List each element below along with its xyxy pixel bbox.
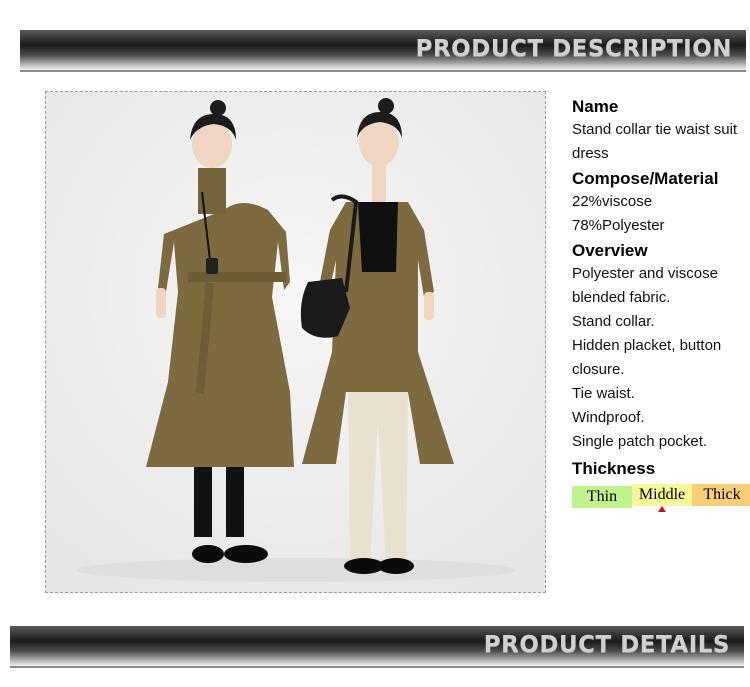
product-photo <box>45 91 546 593</box>
product-page: PRODUCT DESCRIPTION Name Stand collar ti… <box>0 0 750 687</box>
overview-line: Tie waist. <box>572 385 635 402</box>
banner-title: PRODUCT DETAILS <box>483 632 730 658</box>
thickness-middle: Middle <box>632 484 692 506</box>
overview-line: Polyester and viscose <box>572 265 718 282</box>
material-heading: Compose/Material <box>572 169 719 188</box>
overview-heading: Overview <box>572 241 648 260</box>
thickness-heading: Thickness <box>572 459 656 478</box>
banner-title: PRODUCT DESCRIPTION <box>415 36 732 62</box>
overview-line: Single patch pocket. <box>572 433 708 450</box>
name-heading: Name <box>572 97 619 116</box>
overview-line: Hidden placket, button <box>572 337 722 354</box>
product-details-banner: PRODUCT DETAILS <box>10 626 744 668</box>
name-line: dress <box>572 145 609 162</box>
overview-line: blended fabric. <box>572 289 671 306</box>
selected-marker-icon <box>658 506 666 512</box>
thickness-scale: Thin Middle Thick <box>572 484 750 518</box>
thickness-thin: Thin <box>572 486 632 508</box>
product-description: Name Stand collar tie waist suit dress C… <box>572 96 750 518</box>
material-line: 22%viscose <box>572 193 653 210</box>
product-description-banner: PRODUCT DESCRIPTION <box>20 30 746 72</box>
name-line: Stand collar tie waist suit <box>572 121 738 138</box>
material-line: 78%Polyester <box>572 217 665 234</box>
overview-line: Stand collar. <box>572 313 655 330</box>
overview-line: closure. <box>572 361 625 378</box>
overview-line: Windproof. <box>572 409 645 426</box>
thickness-thick: Thick <box>692 484 750 506</box>
two-models-in-coat-dresses-image <box>46 92 545 592</box>
